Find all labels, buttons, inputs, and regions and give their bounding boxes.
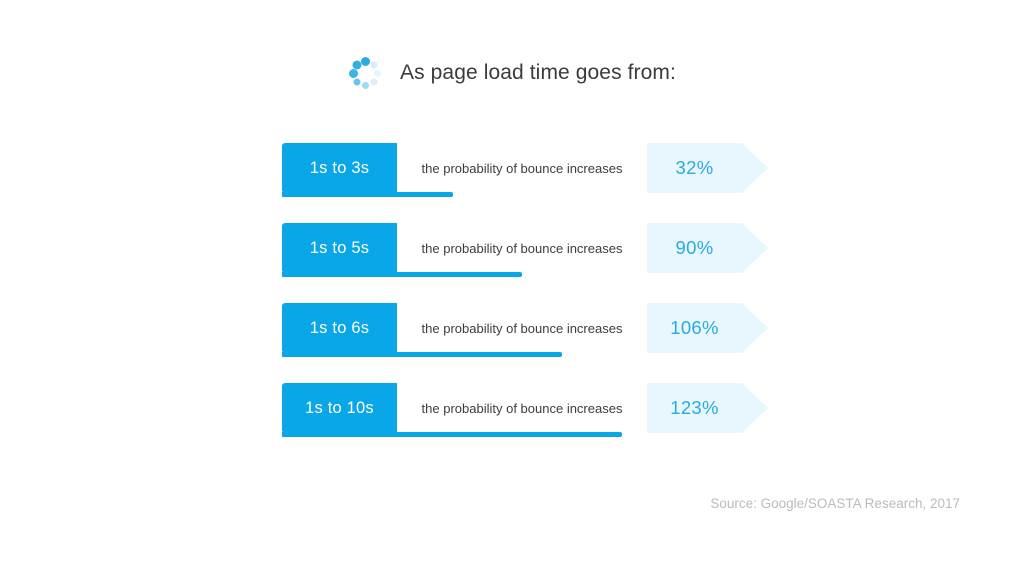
stat-row-body: 1s to 3s the probability of bounce incre… <box>282 143 768 193</box>
stat-row-body: 1s to 10s the probability of bounce incr… <box>282 383 768 433</box>
arrow-right-icon <box>742 223 768 273</box>
source-attribution: Source: Google/SOASTA Research, 2017 <box>710 496 960 511</box>
loading-spinner-icon <box>348 56 382 90</box>
stat-row-list: 1s to 3s the probability of bounce incre… <box>282 143 768 463</box>
page-title: As page load time goes from: <box>400 61 676 84</box>
stat-row-percent-wrap: 106% <box>647 303 768 353</box>
arrow-right-icon <box>742 303 768 353</box>
stat-row-percent-wrap: 90% <box>647 223 768 273</box>
stat-row-body: 1s to 6s the probability of bounce incre… <box>282 303 768 353</box>
stat-row-label: 1s to 6s <box>282 303 397 353</box>
arrow-right-icon <box>742 383 768 433</box>
stat-row-description: the probability of bounce increases <box>397 383 647 433</box>
stat-row-label: 1s to 5s <box>282 223 397 273</box>
stat-row-percent: 32% <box>647 143 742 193</box>
stat-row-percent-wrap: 32% <box>647 143 768 193</box>
stat-row-percent: 123% <box>647 383 742 433</box>
stat-row-description: the probability of bounce increases <box>397 303 647 353</box>
stat-row-label: 1s to 3s <box>282 143 397 193</box>
stat-row-progress-bar <box>282 432 622 437</box>
page-header: As page load time goes from: <box>0 56 1024 90</box>
stat-row-percent: 106% <box>647 303 742 353</box>
stat-row-progress-bar <box>282 352 562 357</box>
stat-row: 1s to 10s the probability of bounce incr… <box>282 383 768 437</box>
stat-row-body: 1s to 5s the probability of bounce incre… <box>282 223 768 273</box>
stat-row: 1s to 3s the probability of bounce incre… <box>282 143 768 197</box>
stat-row-progress-bar <box>282 272 522 277</box>
arrow-right-icon <box>742 143 768 193</box>
stat-row-description: the probability of bounce increases <box>397 223 647 273</box>
stat-row-description: the probability of bounce increases <box>397 143 647 193</box>
stat-row: 1s to 6s the probability of bounce incre… <box>282 303 768 357</box>
stat-row: 1s to 5s the probability of bounce incre… <box>282 223 768 277</box>
stat-row-percent: 90% <box>647 223 742 273</box>
stat-row-label: 1s to 10s <box>282 383 397 433</box>
stat-row-progress-bar <box>282 192 453 197</box>
stat-row-percent-wrap: 123% <box>647 383 768 433</box>
